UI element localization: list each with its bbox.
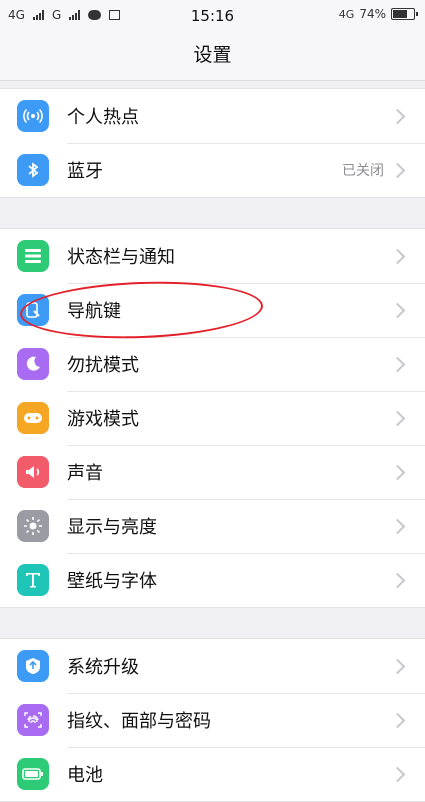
- notification-icon: [17, 240, 49, 272]
- chevron-right-icon: [389, 766, 406, 782]
- chevron-right-icon: [389, 712, 406, 728]
- settings-row[interactable]: 壁纸与字体: [0, 553, 425, 607]
- network-label: 4G: [338, 7, 355, 21]
- settings-row-label: 显示与亮度: [67, 517, 157, 538]
- settings-row-label: 指纹、面部与密码: [67, 711, 211, 732]
- chevron-right-icon: [389, 302, 406, 318]
- chevron-right-icon: [389, 464, 406, 480]
- settings-row[interactable]: 状态栏与通知: [0, 229, 425, 283]
- speaker-icon: [17, 456, 49, 488]
- moon-icon: [17, 348, 49, 380]
- brightness-icon: [17, 510, 49, 542]
- chevron-right-icon: [389, 356, 406, 372]
- chevron-right-icon: [389, 410, 406, 426]
- settings-row[interactable]: 游戏模式: [0, 391, 425, 445]
- page-title: 设置: [0, 30, 425, 81]
- font-icon: [17, 564, 49, 596]
- settings-row-label: 电池: [67, 765, 103, 786]
- settings-row[interactable]: 声音: [0, 445, 425, 499]
- settings-row[interactable]: 导航键: [0, 283, 425, 337]
- settings-row[interactable]: 勿扰模式: [0, 337, 425, 391]
- chevron-right-icon: [389, 248, 406, 264]
- battery-fill: [393, 10, 408, 18]
- settings-group: 个人热点蓝牙 已关闭: [0, 88, 425, 198]
- settings-row-label: 声音: [67, 463, 103, 484]
- status-right: 4G 74%: [338, 7, 418, 21]
- settings-row-label: 游戏模式: [67, 409, 139, 430]
- settings-list: 个人热点蓝牙 已关闭状态栏与通知 导航键勿扰模式游戏模式声音显示与亮度壁纸与字体系统…: [0, 81, 425, 802]
- settings-row[interactable]: 蓝牙 已关闭: [0, 143, 425, 197]
- settings-row-value: 已关闭: [342, 163, 384, 179]
- battery-status-icon: [391, 8, 418, 20]
- settings-group: 系统升级指纹、面部与密码 电池: [0, 638, 425, 802]
- chevron-right-icon: [389, 658, 406, 674]
- settings-row[interactable]: 指纹、面部与密码: [0, 693, 425, 747]
- chevron-right-icon: [389, 572, 406, 588]
- settings-row-label: 状态栏与通知: [67, 247, 175, 268]
- fingerprint-icon: [17, 704, 49, 736]
- settings-row[interactable]: 个人热点: [0, 89, 425, 143]
- chevron-right-icon: [389, 518, 406, 534]
- battery-icon: [17, 758, 49, 790]
- settings-row-label: 个人热点: [67, 107, 139, 128]
- hotspot-icon: [17, 100, 49, 132]
- chevron-right-icon: [389, 108, 406, 124]
- settings-row[interactable]: 显示与亮度: [0, 499, 425, 553]
- gamepad-icon: [17, 402, 49, 434]
- chevron-right-icon: [389, 162, 406, 178]
- settings-row[interactable]: 电池: [0, 747, 425, 801]
- settings-row[interactable]: 系统升级: [0, 639, 425, 693]
- status-bar: 4G G 15:16 4G 74%: [0, 0, 425, 30]
- settings-row-label: 勿扰模式: [67, 355, 139, 376]
- settings-row-label: 蓝牙: [67, 161, 103, 182]
- settings-row-label: 系统升级: [67, 657, 139, 678]
- settings-row-label: 壁纸与字体: [67, 571, 157, 592]
- settings-row-label: 导航键: [67, 301, 121, 322]
- system-update-icon: [17, 650, 49, 682]
- settings-group: 状态栏与通知 导航键勿扰模式游戏模式声音显示与亮度壁纸与字体: [0, 228, 425, 608]
- bluetooth-icon: [17, 154, 49, 186]
- battery-percent: 74%: [359, 7, 386, 21]
- navigation-key-icon: [17, 294, 49, 326]
